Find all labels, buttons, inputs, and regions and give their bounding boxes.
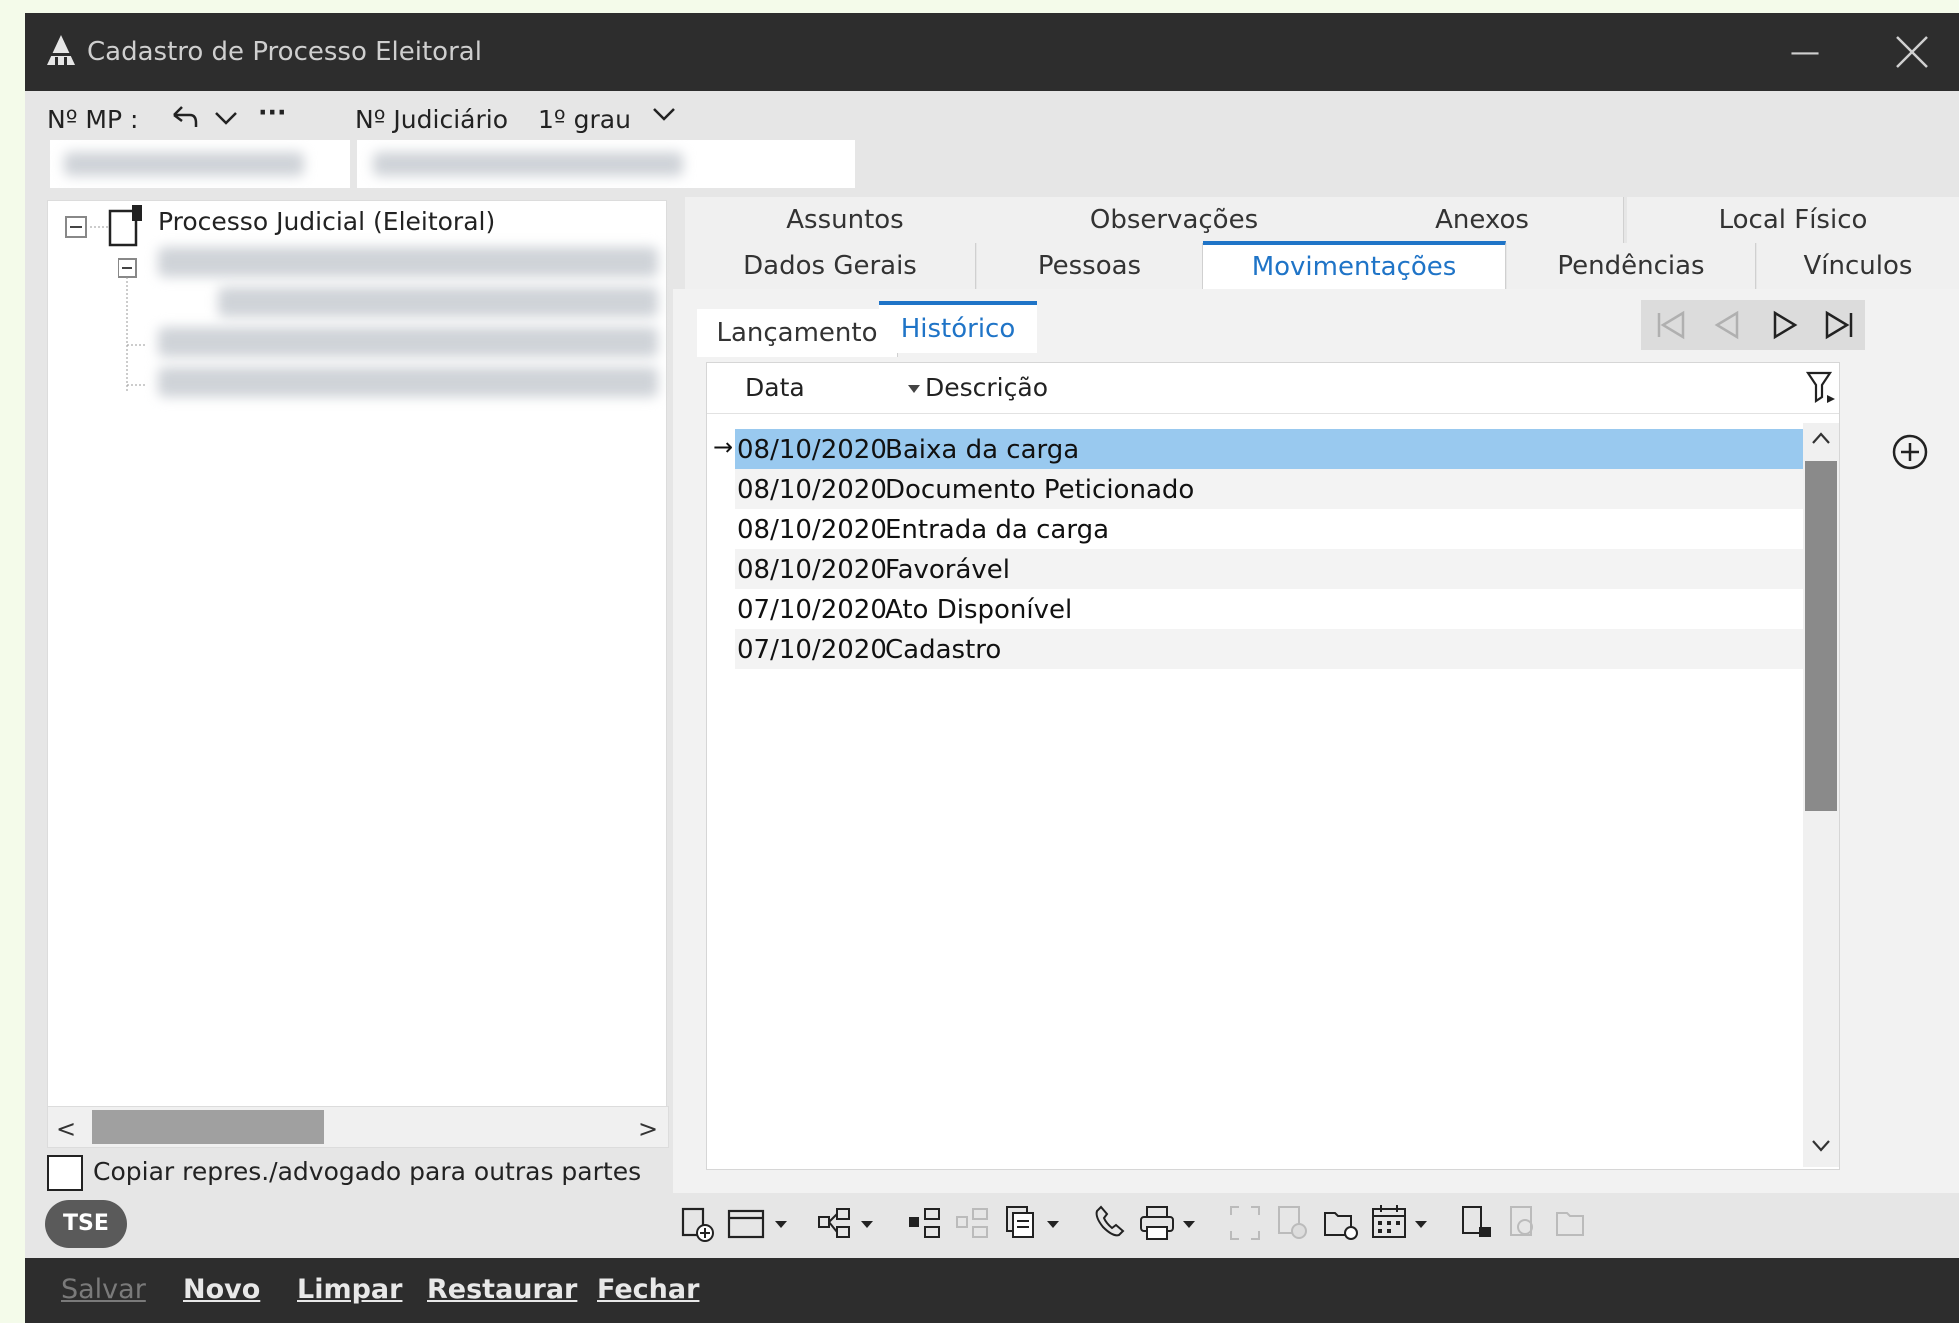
- close-button[interactable]: Fechar: [597, 1274, 699, 1305]
- row-date: 07/10/2020: [737, 635, 887, 665]
- table-row[interactable]: 07/10/2020 Cadastro: [735, 629, 1803, 669]
- row-date: 08/10/2020: [737, 435, 887, 465]
- tab-assuntos[interactable]: Assuntos: [685, 197, 1006, 243]
- judiciario-label: Nº Judiciário: [355, 105, 508, 134]
- new-document-icon[interactable]: [677, 1201, 717, 1247]
- add-circle-icon[interactable]: [1891, 433, 1929, 471]
- folder-clock-icon[interactable]: [1321, 1201, 1361, 1247]
- undo-icon[interactable]: [168, 103, 200, 133]
- grau-dropdown-icon[interactable]: [650, 103, 678, 125]
- last-record-icon[interactable]: [1821, 309, 1857, 341]
- scroll-thumb[interactable]: [92, 1110, 324, 1144]
- historico-grid: Data Descrição 08/10/2020 Baixa da carga…: [706, 362, 1840, 1170]
- current-row-arrow-icon: →: [713, 433, 734, 461]
- row-description: Cadastro: [885, 635, 1002, 665]
- app-logo-icon: [47, 35, 75, 65]
- scroll-down-icon[interactable]: [1811, 1139, 1831, 1153]
- grid-header: Data Descrição: [707, 363, 1839, 414]
- restore-button[interactable]: Restaurar: [427, 1274, 577, 1305]
- document-cancel-disabled-icon: [1510, 1206, 1533, 1236]
- column-header-data[interactable]: Data: [745, 373, 805, 402]
- tab-movimentacoes[interactable]: Movimentações: [1203, 241, 1506, 289]
- subtab-lancamento[interactable]: Lançamento: [697, 309, 898, 357]
- previous-record-icon[interactable]: [1709, 309, 1745, 341]
- tse-badge[interactable]: TSE: [45, 1200, 127, 1248]
- first-record-icon[interactable]: [1653, 309, 1689, 341]
- window-dropdown-icon[interactable]: [725, 1201, 795, 1247]
- mp-number-field[interactable]: [50, 140, 350, 188]
- tree-root-label[interactable]: Processo Judicial (Eleitoral): [158, 207, 495, 236]
- tab-dados-gerais[interactable]: Dados Gerais: [685, 243, 976, 289]
- tree-child-item[interactable]: [158, 367, 658, 397]
- save-button[interactable]: Salvar: [61, 1274, 146, 1305]
- tree-child-item[interactable]: [218, 287, 658, 317]
- tree-horizontal-scrollbar[interactable]: < >: [47, 1106, 669, 1148]
- tree-collapse-icon[interactable]: [64, 215, 88, 239]
- row-description: Baixa da carga: [885, 435, 1080, 465]
- print-dropdown-icon[interactable]: [1137, 1201, 1207, 1247]
- table-row[interactable]: 08/10/2020 Documento Peticionado: [735, 469, 1803, 509]
- expand-disabled-icon: [1230, 1206, 1260, 1240]
- column-header-descricao[interactable]: Descrição: [925, 373, 1048, 402]
- tab-pessoas[interactable]: Pessoas: [977, 243, 1203, 289]
- action-bar: Salvar Novo Limpar Restaurar Fechar: [25, 1258, 1959, 1323]
- tab-vinculos[interactable]: Vínculos: [1757, 243, 1959, 289]
- document-icon: [108, 205, 142, 247]
- row-date: 08/10/2020: [737, 475, 887, 505]
- scroll-up-icon[interactable]: [1811, 431, 1831, 445]
- table-row[interactable]: 07/10/2020 Ato Disponível: [735, 589, 1803, 629]
- next-record-icon[interactable]: [1767, 309, 1803, 341]
- tab-anexos[interactable]: Anexos: [1341, 197, 1624, 243]
- table-row[interactable]: 08/10/2020 Favorável: [735, 549, 1803, 589]
- title-bar: Cadastro de Processo Eleitoral —: [25, 13, 1959, 91]
- grau-label: 1º grau: [538, 105, 631, 134]
- table-row[interactable]: 08/10/2020 Baixa da carga: [735, 429, 1803, 469]
- hierarchy-filled-icon[interactable]: [905, 1201, 945, 1247]
- tree-child-item[interactable]: [158, 327, 658, 357]
- filter-icon[interactable]: [1805, 369, 1837, 407]
- process-tree: Processo Judicial (Eleitoral): [47, 200, 667, 1110]
- certificate-disabled-icon: [1278, 1206, 1307, 1239]
- scroll-left-icon[interactable]: <: [56, 1115, 76, 1143]
- mp-label: Nº MP :: [47, 105, 139, 134]
- phone-icon[interactable]: [1089, 1201, 1129, 1247]
- hierarchy-disabled-icon: [956, 1208, 988, 1238]
- minimize-button[interactable]: —: [1785, 33, 1825, 73]
- hierarchy-dropdown-icon[interactable]: [815, 1201, 885, 1247]
- copy-representative-checkbox[interactable]: [47, 1155, 83, 1191]
- row-description: Documento Peticionado: [885, 475, 1195, 505]
- tree-child-item[interactable]: [158, 247, 658, 277]
- documents-dropdown-icon[interactable]: [1001, 1201, 1071, 1247]
- table-row[interactable]: 08/10/2020 Entrada da carga: [735, 509, 1803, 549]
- subtab-historico[interactable]: Histórico: [879, 301, 1037, 353]
- row-description: Ato Disponível: [885, 595, 1073, 625]
- window-title: Cadastro de Processo Eleitoral: [87, 37, 482, 67]
- clear-button[interactable]: Limpar: [297, 1274, 402, 1305]
- grid-vertical-scrollbar[interactable]: [1803, 423, 1839, 1167]
- scroll-right-icon[interactable]: >: [638, 1115, 658, 1143]
- sort-desc-icon: [908, 385, 920, 393]
- copy-representative-label: Copiar repres./advogado para outras part…: [93, 1157, 642, 1186]
- scroll-thumb[interactable]: [1805, 461, 1837, 811]
- tab-local-fisico[interactable]: Local Físico: [1627, 197, 1959, 243]
- process-window: Cadastro de Processo Eleitoral — Nº MP :…: [25, 13, 1959, 1323]
- folder-disabled-icon: [1556, 1212, 1584, 1236]
- tab-observacoes[interactable]: Observações: [989, 197, 1360, 243]
- more-options-icon[interactable]: ···: [258, 98, 287, 127]
- tab-pendencias[interactable]: Pendências: [1507, 243, 1756, 289]
- row-date: 08/10/2020: [737, 515, 887, 545]
- row-description: Favorável: [885, 555, 1011, 585]
- calendar-dropdown-icon[interactable]: [1369, 1201, 1439, 1247]
- chevron-down-icon[interactable]: [212, 107, 240, 129]
- judiciario-number-field[interactable]: [357, 140, 855, 188]
- row-description: Entrada da carga: [885, 515, 1110, 545]
- document-lock-icon[interactable]: [1457, 1201, 1497, 1247]
- row-date: 07/10/2020: [737, 595, 887, 625]
- new-button[interactable]: Novo: [183, 1274, 260, 1305]
- row-date: 08/10/2020: [737, 555, 887, 585]
- close-icon[interactable]: [1887, 27, 1937, 77]
